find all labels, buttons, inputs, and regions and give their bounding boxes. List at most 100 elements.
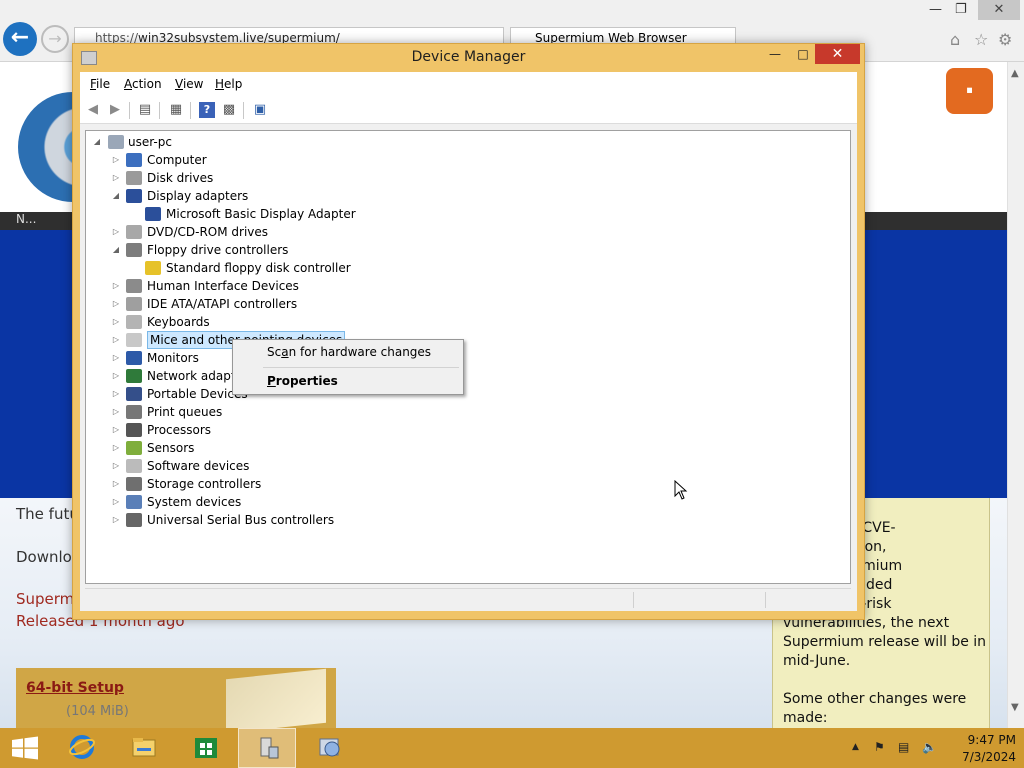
scan-hardware-icon[interactable]: ▣ bbox=[252, 102, 268, 118]
taskbar-store[interactable] bbox=[176, 728, 234, 768]
title-bar[interactable]: Device Manager — □ ✕ bbox=[73, 44, 864, 72]
tree-item-label: IDE ATA/ATAPI controllers bbox=[147, 297, 298, 311]
window-client: File Action View Help ◀ ▶ ▤ ▦ ? ▩ ▣ ◢ use… bbox=[80, 72, 857, 611]
menu-action[interactable]: Action bbox=[124, 77, 162, 91]
rss-icon[interactable]: ⋅ bbox=[946, 68, 993, 114]
computer-root-icon bbox=[108, 135, 124, 149]
tree-item-label: Storage controllers bbox=[147, 477, 262, 491]
expand-arrow-icon[interactable]: ▷ bbox=[111, 367, 121, 385]
device-tree[interactable]: ◢ user-pc ▷ Computer ▷ Disk drives ◢ Display ad… bbox=[85, 130, 851, 584]
expand-arrow-icon[interactable]: ▷ bbox=[111, 493, 121, 511]
browser-minimize-button[interactable]: — bbox=[929, 2, 942, 17]
properties-sheet-icon[interactable]: ▦ bbox=[168, 102, 184, 118]
expand-arrow-icon[interactable]: ▷ bbox=[111, 511, 121, 529]
scan-for-hardware-changes-item[interactable]: Scan for hardware changes bbox=[267, 345, 431, 359]
toolbar-separator bbox=[190, 102, 191, 119]
floppy-controller-icon bbox=[126, 243, 142, 257]
body-text-download: Downlo bbox=[16, 548, 72, 566]
browser-scrollbar[interactable]: ▲ ▼ bbox=[1007, 62, 1024, 728]
download-64bit-link[interactable]: 64-bit Setup bbox=[26, 680, 124, 696]
storage-controller-icon bbox=[126, 477, 142, 491]
menu-help[interactable]: Help bbox=[215, 77, 242, 91]
expand-arrow-icon[interactable]: ▷ bbox=[111, 385, 121, 403]
clock-date[interactable]: 7/3/2024 bbox=[946, 750, 1016, 764]
expand-arrow-icon[interactable]: ▷ bbox=[111, 331, 121, 349]
tree-item-label: Keyboards bbox=[147, 315, 210, 329]
portable-device-icon bbox=[126, 387, 142, 401]
expand-arrow-icon[interactable]: ▷ bbox=[111, 475, 121, 493]
tree-item-label: Universal Serial Bus controllers bbox=[147, 513, 335, 527]
disk-drive-icon bbox=[126, 171, 142, 185]
menu-file[interactable]: File bbox=[90, 77, 110, 91]
forward-button[interactable]: → bbox=[41, 25, 69, 53]
browser-restore-button[interactable]: ❐ bbox=[955, 2, 967, 17]
favorites-icon[interactable]: ☆ bbox=[974, 30, 988, 49]
clock-time[interactable]: 9:47 PM bbox=[946, 733, 1016, 747]
status-bar bbox=[85, 588, 851, 610]
network-icon[interactable]: ▤ bbox=[898, 740, 909, 754]
taskbar-setup-program[interactable] bbox=[300, 728, 358, 768]
context-menu-separator bbox=[263, 367, 459, 368]
expand-arrow-icon[interactable]: ▷ bbox=[111, 439, 121, 457]
collapse-arrow-icon[interactable]: ◢ bbox=[111, 187, 121, 205]
forward-arrow-icon[interactable]: ▶ bbox=[107, 102, 123, 118]
properties-item[interactable]: Properties bbox=[267, 374, 338, 388]
scan-item-text-b: n for hardware changes bbox=[288, 345, 432, 359]
tree-item-label: Standard floppy disk controller bbox=[166, 261, 351, 275]
toolbar: ◀ ▶ ▤ ▦ ? ▩ ▣ bbox=[80, 96, 857, 124]
tree-item-label: Computer bbox=[147, 153, 207, 167]
taskbar: ▲ ⚑ ▤ 🔈 9:47 PM 7/3/2024 bbox=[0, 728, 1024, 768]
back-button[interactable]: ← bbox=[3, 22, 37, 56]
taskbar-internet-explorer[interactable] bbox=[52, 728, 110, 768]
scan-item-text-a: Sc bbox=[267, 345, 282, 359]
sidebar-notice-line: made: bbox=[783, 710, 828, 726]
action-center-flag-icon[interactable]: ⚑ bbox=[874, 740, 885, 754]
back-arrow-icon[interactable]: ◀ bbox=[85, 102, 101, 118]
maximize-button[interactable]: □ bbox=[790, 47, 816, 65]
toolbar-separator bbox=[159, 102, 160, 119]
properties-item-accel: P bbox=[267, 374, 276, 388]
menu-view[interactable]: View bbox=[175, 77, 203, 91]
menu-file-label: ile bbox=[96, 77, 111, 91]
scroll-up-icon[interactable]: ▲ bbox=[1011, 68, 1019, 79]
software-device-icon bbox=[126, 459, 142, 473]
expand-arrow-icon[interactable]: ▷ bbox=[111, 277, 121, 295]
expand-arrow-icon[interactable]: ▷ bbox=[111, 169, 121, 187]
expand-arrow-icon[interactable]: ◢ bbox=[92, 133, 102, 151]
expand-arrow-icon[interactable]: ▷ bbox=[111, 457, 121, 475]
action-pane-icon[interactable]: ▩ bbox=[221, 102, 237, 118]
start-button[interactable] bbox=[0, 728, 50, 768]
taskbar-file-explorer[interactable] bbox=[114, 728, 172, 768]
browser-close-button[interactable]: ✕ bbox=[978, 0, 1020, 20]
close-button[interactable]: ✕ bbox=[815, 44, 860, 64]
scroll-down-icon[interactable]: ▼ bbox=[1011, 702, 1019, 713]
window-title: Device Manager bbox=[411, 49, 526, 65]
help-icon[interactable]: ? bbox=[199, 102, 215, 118]
expand-arrow-icon[interactable]: ▷ bbox=[111, 295, 121, 313]
show-hide-console-tree-icon[interactable]: ▤ bbox=[137, 102, 153, 118]
expand-arrow-icon[interactable]: ▷ bbox=[111, 151, 121, 169]
expand-arrow-icon[interactable]: ▷ bbox=[111, 349, 121, 367]
collapse-arrow-icon[interactable]: ◢ bbox=[111, 241, 121, 259]
expand-arrow-icon[interactable]: ▷ bbox=[111, 223, 121, 241]
show-hidden-icons-icon[interactable]: ▲ bbox=[852, 742, 859, 752]
home-icon[interactable]: ⌂ bbox=[950, 30, 960, 49]
display-adapter-icon bbox=[145, 207, 161, 221]
system-device-icon bbox=[126, 495, 142, 509]
settings-gear-icon[interactable]: ⚙ bbox=[998, 30, 1012, 49]
download-size: (104 MiB) bbox=[66, 704, 129, 719]
tree-item-label: Print queues bbox=[147, 405, 223, 419]
expand-arrow-icon[interactable]: ▷ bbox=[111, 421, 121, 439]
expand-arrow-icon[interactable]: ▷ bbox=[111, 313, 121, 331]
tree-item-label: Microsoft Basic Display Adapter bbox=[166, 207, 356, 221]
file-explorer-icon bbox=[132, 738, 156, 757]
windows-store-icon bbox=[195, 738, 217, 758]
tree-item-label: Monitors bbox=[147, 351, 199, 365]
minimize-button[interactable]: — bbox=[762, 47, 788, 65]
taskbar-device-manager[interactable] bbox=[238, 728, 296, 768]
tree-item-label: System devices bbox=[147, 495, 242, 509]
volume-muted-icon[interactable]: 🔈 bbox=[922, 740, 937, 754]
sidebar-notice-line: mid-June. bbox=[783, 653, 851, 669]
expand-arrow-icon[interactable]: ▷ bbox=[111, 403, 121, 421]
menu-bar: File Action View Help bbox=[80, 72, 857, 96]
